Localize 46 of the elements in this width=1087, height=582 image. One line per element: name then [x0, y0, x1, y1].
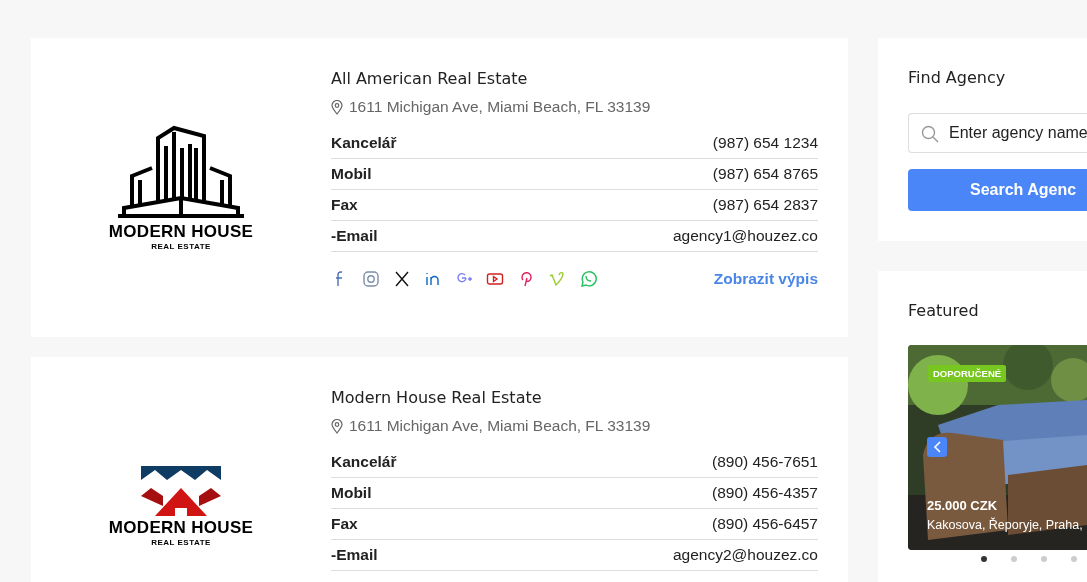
previous-button[interactable]: [927, 437, 947, 457]
carousel-dot[interactable]: [1011, 556, 1017, 562]
chevron-left-icon: [933, 441, 941, 453]
whatsapp-icon[interactable]: [579, 270, 597, 288]
contact-value: agency1@houzez.co: [673, 227, 818, 245]
house-roofs-logo-icon: [141, 466, 221, 516]
agency-name[interactable]: Modern House Real Estate: [331, 388, 818, 407]
contact-label: Kancelář: [331, 453, 397, 471]
contact-value: (890) 456-6457: [712, 515, 818, 533]
carousel-dot[interactable]: [981, 556, 987, 562]
find-agency-title: Find Agency: [908, 68, 1007, 87]
search-field[interactable]: Enter agency name: [908, 113, 1087, 153]
contact-value: (987) 654 1234: [712, 134, 818, 152]
contact-label: Mobil: [331, 165, 372, 183]
agency-address: 1611 Michigan Ave, Miami Beach, FL 33139: [349, 98, 651, 116]
contact-value: agency2@houzez.co: [673, 546, 818, 564]
linkedin-icon[interactable]: [424, 270, 442, 288]
map-pin-icon: [331, 418, 343, 434]
contact-label: -Email: [331, 227, 378, 245]
contact-label: Fax: [331, 196, 358, 214]
carousel-dot[interactable]: [1071, 556, 1077, 562]
youtube-icon[interactable]: [486, 270, 504, 288]
logo-name: MODERN HOUSE: [108, 222, 254, 242]
view-listings-link[interactable]: Zobrazit výpis: [713, 270, 818, 288]
map-pin-icon: [331, 99, 343, 115]
contact-value: (890) 456-4357: [712, 484, 818, 502]
listing-address: Kakosova, Řeporyje, Praha,: [927, 518, 1083, 532]
contact-label: Fax: [331, 515, 358, 533]
agency-name[interactable]: All American Real Estate: [331, 69, 818, 88]
logo-name: MODERN HOUSE: [108, 518, 254, 538]
featured-badge: DOPORUČENÉ: [928, 365, 1007, 382]
contact-value: (987) 654 8765: [712, 165, 818, 183]
carousel-dot[interactable]: [1041, 556, 1047, 562]
vimeo-icon[interactable]: [548, 270, 566, 288]
featured-title: Featured: [908, 301, 980, 320]
contact-label: Mobil: [331, 484, 372, 502]
contact-value: (987) 654 2837: [712, 196, 818, 214]
logo-tagline: REAL ESTATE: [151, 242, 211, 251]
agency-address: 1611 Michigan Ave, Miami Beach, FL 33139: [349, 417, 651, 435]
contact-label: -Email: [331, 546, 378, 564]
x-icon[interactable]: [393, 270, 411, 288]
listing-price: 25.000 CZK: [927, 498, 998, 513]
contact-label: Kancelář: [331, 134, 397, 152]
instagram-icon[interactable]: [362, 270, 380, 288]
logo-tagline: REAL ESTATE: [151, 538, 211, 547]
contact-value: (890) 456-7651: [712, 453, 818, 471]
